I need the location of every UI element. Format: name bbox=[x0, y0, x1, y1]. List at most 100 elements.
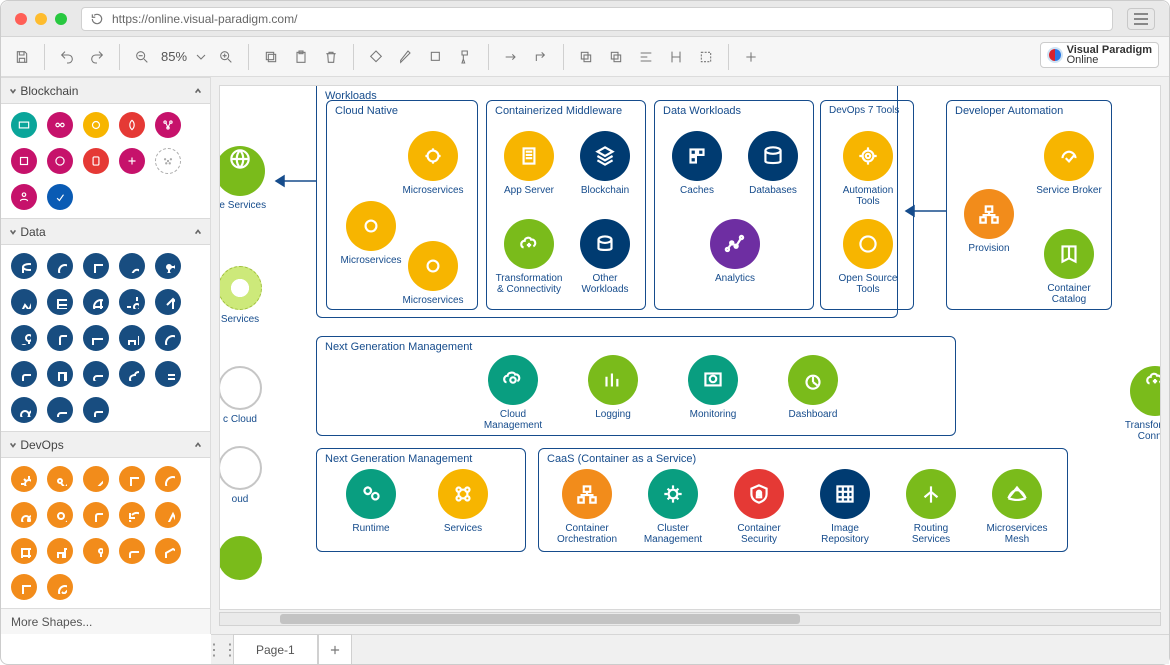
shape-thumb[interactable] bbox=[47, 289, 73, 315]
shape-thumb[interactable] bbox=[119, 538, 145, 564]
zone-ngm-small[interactable]: Next Generation Management Runtime Servi… bbox=[316, 448, 526, 552]
tab-grip-icon[interactable]: ⋮⋮ bbox=[211, 635, 233, 665]
shape-thumb[interactable] bbox=[83, 148, 109, 174]
zoom-out-button[interactable] bbox=[129, 44, 155, 70]
connector-straight-button[interactable] bbox=[498, 44, 524, 70]
shape-thumb[interactable] bbox=[47, 361, 73, 387]
node-iservices[interactable]: Services bbox=[219, 266, 280, 325]
paste-button[interactable] bbox=[288, 44, 314, 70]
shape-thumb[interactable] bbox=[47, 253, 73, 279]
bring-front-button[interactable] bbox=[573, 44, 599, 70]
zoom-dropdown-icon[interactable] bbox=[193, 44, 209, 70]
shape-thumb[interactable] bbox=[155, 502, 181, 528]
shape-category-header[interactable]: DevOps bbox=[1, 432, 210, 458]
shape-thumb[interactable] bbox=[11, 325, 37, 351]
zone-middleware[interactable]: Containerized Middleware App Server Bloc… bbox=[486, 100, 646, 310]
align-button[interactable] bbox=[633, 44, 659, 70]
shape-thumb[interactable] bbox=[119, 502, 145, 528]
browser-hamburger-icon[interactable] bbox=[1127, 8, 1155, 30]
node-cloud-2[interactable]: oud bbox=[219, 446, 280, 505]
fill-color-button[interactable] bbox=[363, 44, 389, 70]
shape-thumb[interactable] bbox=[11, 397, 37, 423]
shape-thumb[interactable] bbox=[119, 148, 145, 174]
shape-thumb[interactable] bbox=[119, 466, 145, 492]
add-shape-button[interactable] bbox=[738, 44, 764, 70]
shape-thumb[interactable] bbox=[11, 148, 37, 174]
redo-button[interactable] bbox=[84, 44, 110, 70]
copy-button[interactable] bbox=[258, 44, 284, 70]
shape-thumb[interactable] bbox=[83, 289, 109, 315]
shape-thumb[interactable] bbox=[11, 361, 37, 387]
connector-elbow-button[interactable] bbox=[528, 44, 554, 70]
shape-thumb[interactable] bbox=[83, 502, 109, 528]
add-page-tab[interactable] bbox=[318, 634, 352, 664]
shape-thumb[interactable] bbox=[11, 574, 37, 600]
shape-thumb[interactable] bbox=[155, 466, 181, 492]
shape-thumb[interactable] bbox=[11, 253, 37, 279]
shadow-button[interactable] bbox=[423, 44, 449, 70]
shape-thumb[interactable] bbox=[155, 112, 181, 138]
shape-thumb[interactable] bbox=[11, 184, 37, 210]
shape-thumb[interactable] bbox=[47, 502, 73, 528]
stroke-color-button[interactable] bbox=[393, 44, 419, 70]
page-tab-1[interactable]: Page-1 bbox=[233, 634, 318, 664]
shape-thumb[interactable] bbox=[119, 325, 145, 351]
shape-thumb[interactable] bbox=[83, 397, 109, 423]
branding-badge[interactable]: Visual Paradigm Online bbox=[1040, 42, 1159, 68]
url-bar[interactable]: https://online.visual-paradigm.com/ bbox=[81, 7, 1113, 31]
shape-thumb[interactable] bbox=[47, 538, 73, 564]
zone-devops7[interactable]: DevOps 7 Tools Automation Tools Open Sou… bbox=[820, 100, 914, 310]
scroll-thumb[interactable] bbox=[280, 614, 800, 624]
save-button[interactable] bbox=[9, 44, 35, 70]
close-window-icon[interactable] bbox=[15, 13, 27, 25]
shape-thumb[interactable] bbox=[119, 112, 145, 138]
zone-caas[interactable]: CaaS (Container as a Service) Container … bbox=[538, 448, 1068, 552]
style-painter-button[interactable] bbox=[453, 44, 479, 70]
delete-button[interactable] bbox=[318, 44, 344, 70]
shape-thumb[interactable] bbox=[83, 325, 109, 351]
shape-thumb[interactable] bbox=[155, 538, 181, 564]
zone-cloud-native[interactable]: Cloud Native Microservices Microservices… bbox=[326, 100, 478, 310]
shape-thumb[interactable] bbox=[155, 289, 181, 315]
shape-thumb[interactable] bbox=[11, 466, 37, 492]
maximize-window-icon[interactable] bbox=[55, 13, 67, 25]
shape-thumb[interactable] bbox=[83, 538, 109, 564]
shape-thumb[interactable] bbox=[11, 502, 37, 528]
distribute-button[interactable] bbox=[663, 44, 689, 70]
shape-thumb[interactable] bbox=[47, 112, 73, 138]
shape-thumb[interactable] bbox=[119, 289, 145, 315]
shape-thumb[interactable] bbox=[11, 112, 37, 138]
diagram-canvas[interactable]: ge Services Services c Cloud oud Transfo… bbox=[219, 85, 1161, 610]
shape-thumb[interactable] bbox=[11, 538, 37, 564]
shape-thumb[interactable] bbox=[47, 466, 73, 492]
shape-category-header[interactable]: Data bbox=[1, 219, 210, 245]
shape-thumb[interactable] bbox=[47, 397, 73, 423]
shape-thumb[interactable] bbox=[83, 112, 109, 138]
horizontal-scrollbar[interactable] bbox=[219, 612, 1161, 626]
minimize-window-icon[interactable] bbox=[35, 13, 47, 25]
undo-button[interactable] bbox=[54, 44, 80, 70]
shape-thumb[interactable] bbox=[11, 289, 37, 315]
shape-thumb[interactable] bbox=[47, 184, 73, 210]
more-shapes-button[interactable]: More Shapes... bbox=[1, 608, 210, 634]
node-right-partial[interactable]: Transforma & Connec bbox=[1120, 366, 1161, 442]
zone-ngm-large[interactable]: Next Generation Management Cloud Managem… bbox=[316, 336, 956, 436]
send-back-button[interactable] bbox=[603, 44, 629, 70]
zone-dev-auto[interactable]: Developer Automation Service Broker Prov… bbox=[946, 100, 1112, 310]
shape-thumb[interactable] bbox=[47, 574, 73, 600]
shape-thumb[interactable] bbox=[155, 325, 181, 351]
shape-thumb[interactable] bbox=[155, 253, 181, 279]
shape-thumb[interactable] bbox=[47, 325, 73, 351]
shape-thumb[interactable] bbox=[119, 361, 145, 387]
shape-thumb[interactable] bbox=[83, 361, 109, 387]
fit-selection-button[interactable] bbox=[693, 44, 719, 70]
shape-thumb[interactable] bbox=[119, 253, 145, 279]
shape-thumb[interactable] bbox=[83, 253, 109, 279]
zone-data-workloads[interactable]: Data Workloads Caches Databases Analytic… bbox=[654, 100, 814, 310]
shape-thumb[interactable] bbox=[155, 361, 181, 387]
node-green-partial[interactable] bbox=[219, 536, 280, 584]
zoom-percentage[interactable]: 85% bbox=[159, 49, 189, 64]
shape-thumb[interactable] bbox=[83, 466, 109, 492]
zoom-in-button[interactable] bbox=[213, 44, 239, 70]
shape-thumb[interactable] bbox=[155, 148, 181, 174]
